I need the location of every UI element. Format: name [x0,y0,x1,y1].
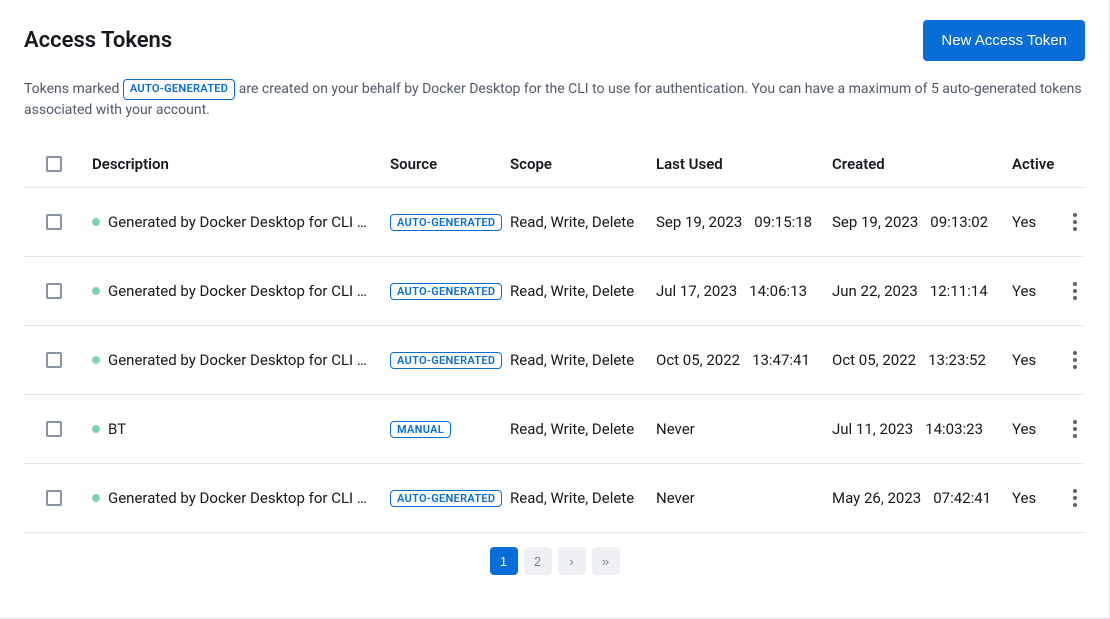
intro-text: Tokens marked AUTO-GENERATED are created… [24,79,1085,121]
table-header: Description Source Scope Last Used Creat… [24,141,1085,188]
token-scope: Read, Write, Delete [510,213,656,231]
row-checkbox[interactable] [46,214,62,230]
source-badge: AUTO-GENERATED [390,214,502,231]
table-row: Generated by Docker Desktop for CLI … AUT… [24,464,1085,533]
last-used-date: Oct 05, 2022 [656,351,740,369]
source-badge: AUTO-GENERATED [390,352,502,369]
created-date: Jul 11, 2023 [832,420,913,438]
row-checkbox[interactable] [46,283,62,299]
token-scope: Read, Write, Delete [510,282,656,300]
row-menu-icon[interactable] [1065,212,1085,232]
last-used-time: 09:15:18 [754,213,812,231]
row-menu-icon[interactable] [1065,350,1085,370]
last-used-time: 14:06:13 [749,282,807,300]
created-date: May 26, 2023 [832,489,921,507]
token-active: Yes [1012,420,1060,438]
page-1-button[interactable]: 1 [490,547,518,575]
token-scope: Read, Write, Delete [510,489,656,507]
table-row: Generated by Docker Desktop for CLI … AUT… [24,257,1085,326]
page-2-button[interactable]: 2 [524,547,552,575]
token-description: Generated by Docker Desktop for CLI … [108,282,367,300]
col-scope: Scope [510,155,656,173]
col-source: Source [390,155,510,173]
last-used-time: 13:47:41 [752,351,810,369]
last-used-date: Never [656,489,695,507]
auto-generated-badge: AUTO-GENERATED [123,79,235,100]
access-tokens-panel: Access Tokens New Access Token Tokens ma… [0,0,1110,619]
token-description: Generated by Docker Desktop for CLI … [108,489,367,507]
status-dot-icon [92,287,100,295]
created-date: Oct 05, 2022 [832,351,916,369]
table-row: Generated by Docker Desktop for CLI … AUT… [24,326,1085,395]
page-title: Access Tokens [24,28,172,53]
status-dot-icon [92,356,100,364]
source-badge: MANUAL [390,421,451,438]
intro-before: Tokens marked [24,81,123,97]
token-description: Generated by Docker Desktop for CLI … [108,213,367,231]
last-page-button[interactable]: » [592,547,620,575]
row-checkbox[interactable] [46,490,62,506]
table-row: BT MANUAL Read, Write, DeleteNever Jul 11, … [24,395,1085,464]
status-dot-icon [92,218,100,226]
token-description: Generated by Docker Desktop for CLI … [108,351,367,369]
token-description: BT [108,420,126,438]
created-time: 09:13:02 [930,213,988,231]
new-access-token-button[interactable]: New Access Token [923,20,1085,61]
col-created: Created [832,155,1012,173]
created-date: Sep 19, 2023 [832,213,918,231]
col-description: Description [92,155,390,173]
table-body: Generated by Docker Desktop for CLI … AUT… [24,188,1085,533]
next-page-button[interactable]: › [558,547,586,575]
token-active: Yes [1012,282,1060,300]
select-all-checkbox[interactable] [46,156,62,172]
token-active: Yes [1012,351,1060,369]
last-used-date: Sep 19, 2023 [656,213,742,231]
header: Access Tokens New Access Token [24,20,1085,61]
source-badge: AUTO-GENERATED [390,490,502,507]
created-time: 07:42:41 [933,489,991,507]
token-active: Yes [1012,489,1060,507]
status-dot-icon [92,425,100,433]
created-date: Jun 22, 2023 [832,282,918,300]
row-menu-icon[interactable] [1065,281,1085,301]
last-used-date: Jul 17, 2023 [656,282,737,300]
token-scope: Read, Write, Delete [510,420,656,438]
col-active: Active [1012,155,1060,173]
source-badge: AUTO-GENERATED [390,283,502,300]
token-active: Yes [1012,213,1060,231]
created-time: 14:03:23 [925,420,983,438]
row-menu-icon[interactable] [1065,488,1085,508]
created-time: 12:11:14 [930,282,988,300]
token-scope: Read, Write, Delete [510,351,656,369]
col-last-used: Last Used [656,155,832,173]
row-menu-icon[interactable] [1065,419,1085,439]
created-time: 13:23:52 [928,351,986,369]
row-checkbox[interactable] [46,352,62,368]
status-dot-icon [92,494,100,502]
pagination: 1 2 › » [24,533,1085,579]
last-used-date: Never [656,420,695,438]
row-checkbox[interactable] [46,421,62,437]
table-row: Generated by Docker Desktop for CLI … AUT… [24,188,1085,257]
